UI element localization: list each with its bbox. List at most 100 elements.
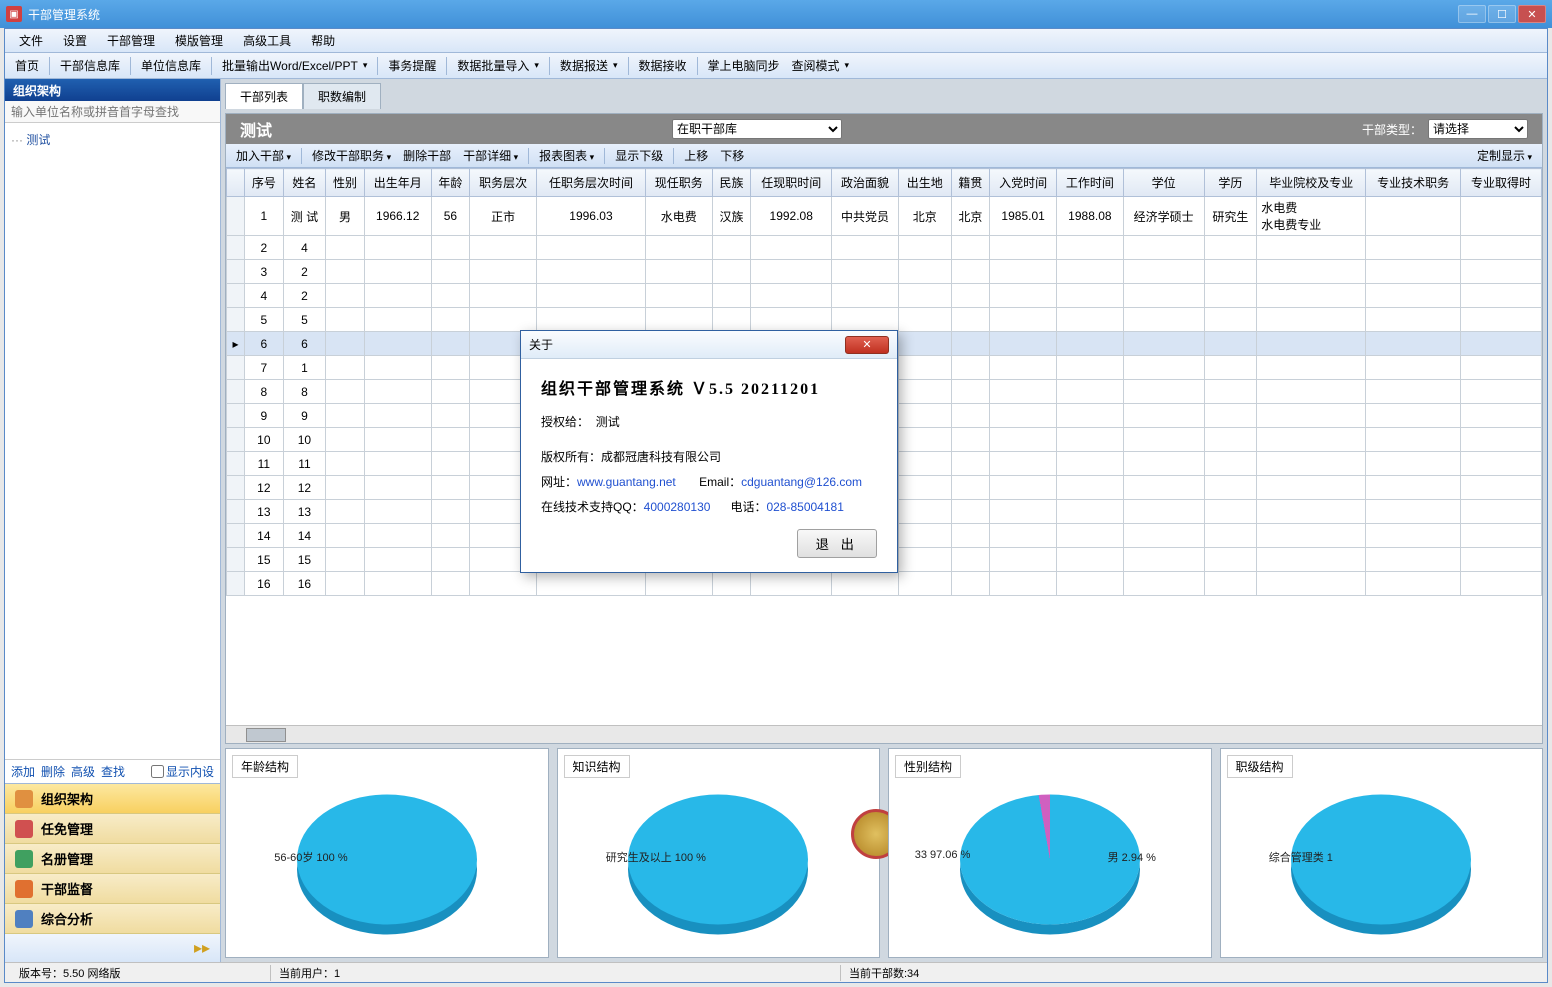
dialog-close-button[interactable]: ✕ [845,336,889,354]
col-header[interactable]: 任现职时间 [751,169,832,197]
sidebar-header: 组织架构 [5,79,220,101]
col-header[interactable]: 年龄 [431,169,470,197]
nav-icon [15,850,33,868]
dialog-url-link[interactable]: www.guantang.net [577,475,676,489]
nav-item-1[interactable]: 任免管理 [5,814,220,844]
menu-设置[interactable]: 设置 [53,29,97,52]
panel-toolbar: 加入干部修改干部职务删除干部干部详细报表图表显示下级上移下移 定制显示 [226,144,1542,168]
panel-tool-7[interactable]: 下移 [714,145,750,166]
menu-模版管理[interactable]: 模版管理 [165,29,233,52]
chart-title: 知识结构 [564,755,630,778]
nav-list: 组织架构任免管理名册管理干部监督综合分析 [5,783,220,934]
dialog-tel-link[interactable]: 028-85004181 [766,500,843,514]
close-button[interactable]: ✕ [1518,5,1546,23]
side-action-查找[interactable]: 查找 [101,763,125,780]
app-icon: ▣ [6,6,22,22]
maximize-button[interactable]: ☐ [1488,5,1516,23]
dialog-email-link[interactable]: cdguantang@126.com [741,475,862,489]
panel-header: 测试 在职干部库 干部类型： 请选择 [226,114,1542,144]
side-action-添加[interactable]: 添加 [11,763,35,780]
table-row[interactable]: 1测 试男1966.1256正市1996.03水电费汉族1992.08中共党员北… [227,197,1542,236]
col-header[interactable]: 入党时间 [990,169,1057,197]
horizontal-scrollbar[interactable] [226,725,1542,743]
panel-tool-3[interactable]: 干部详细 [457,145,524,166]
side-action-删除[interactable]: 删除 [41,763,65,780]
col-header[interactable]: 政治面貌 [832,169,899,197]
sidebar-search-input[interactable] [5,101,220,123]
menu-高级工具[interactable]: 高级工具 [233,29,301,52]
dialog-heading: 组织干部管理系统 Ｖ5.5 20211201 [541,375,877,399]
minimize-button[interactable]: — [1458,5,1486,23]
toolbar-7[interactable]: 数据接收 [633,54,693,77]
toolbar-6[interactable]: 数据报送 [554,54,624,77]
col-header[interactable]: 职务层次 [470,169,537,197]
side-action-高级[interactable]: 高级 [71,763,95,780]
table-row[interactable]: 24 [227,236,1542,260]
panel-tool-4[interactable]: 报表图表 [533,145,600,166]
menu-文件[interactable]: 文件 [9,29,53,52]
db-select[interactable]: 在职干部库 [672,119,842,139]
toolbar-3[interactable]: 批量输出Word/Excel/PPT [216,54,373,77]
nav-icon [15,910,33,928]
panel-tool-0[interactable]: 加入干部 [230,145,297,166]
titlebar: ▣ 干部管理系统 — ☐ ✕ [0,0,1552,28]
col-header[interactable]: 学历 [1204,169,1257,197]
col-header[interactable]: 工作时间 [1057,169,1124,197]
toolbar-8[interactable]: 掌上电脑同步 [702,54,786,77]
nav-item-2[interactable]: 名册管理 [5,844,220,874]
col-header[interactable]: 籍贯 [951,169,990,197]
tree-node[interactable]: 测试 [11,129,214,150]
nav-item-4[interactable]: 综合分析 [5,904,220,934]
custom-display-button[interactable]: 定制显示 [1471,145,1538,166]
toolbar-2[interactable]: 单位信息库 [135,54,207,77]
content-tabs: 干部列表职数编制 [225,83,1543,109]
col-header[interactable]: 出生年月 [364,169,431,197]
col-header[interactable]: 序号 [245,169,284,197]
nav-item-3[interactable]: 干部监督 [5,874,220,904]
dialog-copyright: 版权所有：成都冠唐科技有限公司 [541,448,877,465]
table-row[interactable]: 32 [227,260,1542,284]
col-header[interactable]: 民族 [712,169,751,197]
col-header[interactable]: 现任职务 [645,169,712,197]
menu-干部管理[interactable]: 干部管理 [97,29,165,52]
col-header[interactable]: 专业取得时 [1461,169,1542,197]
toolbar-5[interactable]: 数据批量导入 [451,54,545,77]
col-header[interactable]: 性别 [326,169,365,197]
status-count: 当前干部数:34 [841,965,1541,981]
panel-tool-1[interactable]: 修改干部职务 [306,145,397,166]
dialog-titlebar[interactable]: 关于 ✕ [521,331,897,359]
chart-title: 年龄结构 [232,755,298,778]
panel-tool-5[interactable]: 显示下级 [609,145,669,166]
table-row[interactable]: 55 [227,308,1542,332]
col-header[interactable]: 出生地 [898,169,951,197]
type-select[interactable]: 请选择 [1428,119,1528,139]
dialog-exit-button[interactable]: 退 出 [797,529,877,558]
col-header[interactable]: 学位 [1123,169,1204,197]
toolbar-0[interactable]: 首页 [9,54,45,77]
panel-tool-2[interactable]: 删除干部 [397,145,457,166]
toolbar-1[interactable]: 干部信息库 [54,54,126,77]
nav-expand-icon[interactable]: ▸▸ [194,938,210,958]
window-title: 干部管理系统 [28,6,100,23]
panel-tool-6[interactable]: 上移 [678,145,714,166]
tab-1[interactable]: 职数编制 [303,83,381,109]
table-row[interactable]: 42 [227,284,1542,308]
col-header[interactable]: 姓名 [283,169,326,197]
menu-帮助[interactable]: 帮助 [301,29,345,52]
chart-3: 职级结构综合管理类 1 [1220,748,1544,958]
about-dialog: 关于 ✕ 组织干部管理系统 Ｖ5.5 20211201 授权给： 测试 版权所有… [520,330,898,573]
col-header[interactable]: 任职务层次时间 [537,169,646,197]
dialog-qq-link[interactable]: 4000280130 [644,500,711,514]
nav-icon [15,790,33,808]
tab-0[interactable]: 干部列表 [225,83,303,109]
col-header[interactable]: 毕业院校及专业 [1257,169,1366,197]
toolbar-4[interactable]: 事务提醒 [382,54,442,77]
col-header[interactable]: 专业技术职务 [1366,169,1461,197]
show-internal-checkbox[interactable]: 显示内设 [151,763,214,780]
chart-0: 年龄结构56-60岁 100 % [225,748,549,958]
toolbar-9[interactable]: 查阅模式 [786,54,856,77]
status-users: 当前用户：1 [271,965,841,981]
nav-item-0[interactable]: 组织架构 [5,784,220,814]
chart-2: 性别结构33 97.06 %男 2.94 % [888,748,1212,958]
table-row[interactable]: 1616 [227,572,1542,596]
